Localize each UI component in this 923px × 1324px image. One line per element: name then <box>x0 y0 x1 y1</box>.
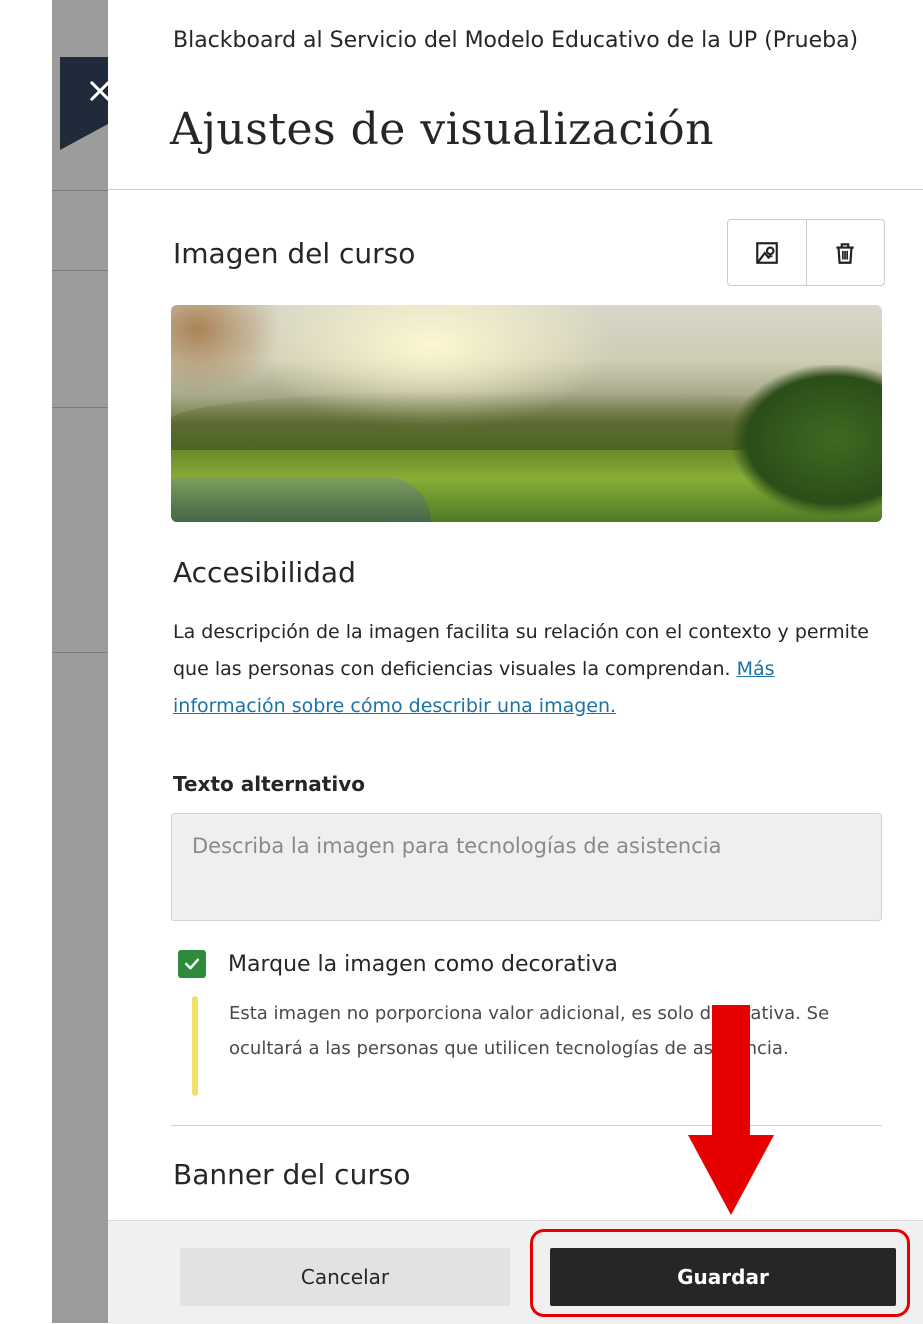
background-page <box>0 0 108 1323</box>
annotation-highlight-box <box>530 1229 910 1317</box>
image-actions <box>727 219 885 286</box>
trash-icon <box>836 242 854 264</box>
course-image-heading: Imagen del curso <box>173 237 416 270</box>
decorative-label[interactable]: Marque la imagen como decorativa <box>228 952 618 977</box>
edit-image-button[interactable] <box>728 220 806 285</box>
divider <box>52 190 108 191</box>
decorative-option: Marque la imagen como decorativa <box>178 950 618 978</box>
note-accent-bar <box>192 996 198 1096</box>
close-button-tail <box>60 124 108 150</box>
checkmark-icon <box>184 958 200 970</box>
divider <box>52 270 108 271</box>
course-image <box>171 305 882 522</box>
decorative-checkbox[interactable] <box>178 950 206 978</box>
divider <box>52 652 108 653</box>
header-divider <box>108 189 923 190</box>
section-divider <box>171 1125 882 1126</box>
annotation-arrow-head <box>688 1135 774 1215</box>
page-title: Ajustes de visualización <box>170 104 714 155</box>
annotation-arrow-shaft <box>712 1005 750 1135</box>
divider <box>52 407 108 408</box>
image-decor <box>171 305 281 395</box>
background-sidebar <box>52 0 108 1323</box>
decorative-note: Esta imagen no porporciona valor adicion… <box>229 1003 830 1059</box>
alt-text-input[interactable] <box>171 813 882 921</box>
course-name: Blackboard al Servicio del Modelo Educat… <box>173 28 859 53</box>
image-decor <box>171 477 431 522</box>
cancel-button[interactable]: Cancelar <box>180 1248 510 1306</box>
accessibility-heading: Accesibilidad <box>173 556 356 589</box>
banner-heading: Banner del curso <box>173 1158 411 1191</box>
settings-panel: Blackboard al Servicio del Modelo Educat… <box>108 0 923 1324</box>
image-decor <box>732 365 882 515</box>
alt-text-label: Texto alternativo <box>173 772 365 796</box>
delete-image-button[interactable] <box>805 220 885 285</box>
image-edit-icon <box>755 241 778 264</box>
accessibility-description: La descripción de la imagen facilita su … <box>173 614 883 725</box>
